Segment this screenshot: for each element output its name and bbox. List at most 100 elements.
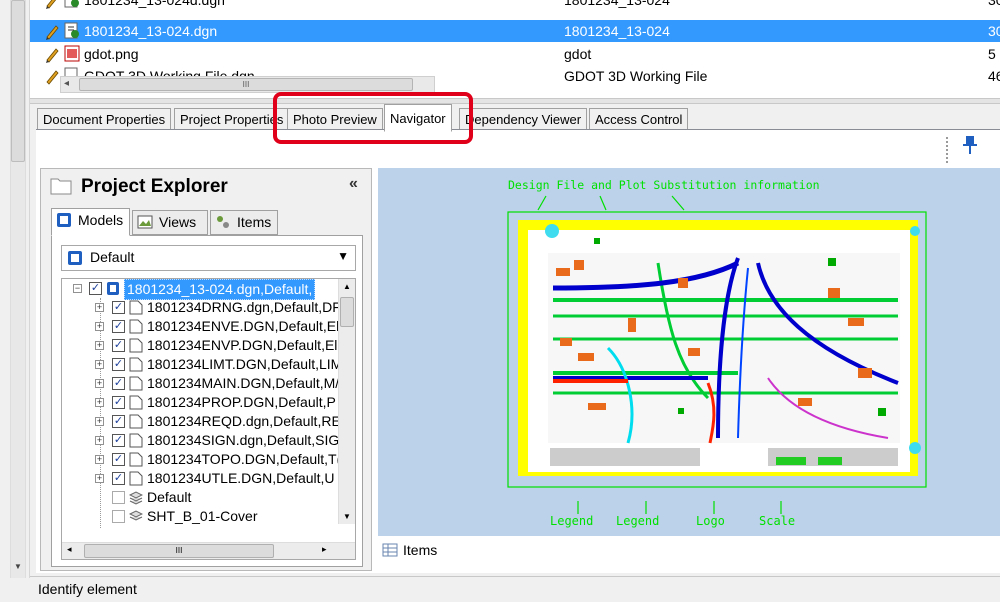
status-bar: Identify element <box>30 576 1000 602</box>
views-icon <box>137 215 153 229</box>
tab-access-control[interactable]: Access Control <box>589 108 689 131</box>
expand-node-icon[interactable]: + <box>95 474 104 483</box>
file-list-horizontal-scrollbar[interactable]: ◂ III <box>60 76 435 93</box>
node-checkbox[interactable]: ✓ <box>112 301 125 314</box>
expand-node-icon[interactable]: + <box>95 436 104 445</box>
file-name: 1801234_13-024d.dgn <box>84 0 225 8</box>
pencil-icon <box>46 25 59 40</box>
scroll-left-arrow-icon[interactable]: ◂ <box>67 544 72 555</box>
items-icon <box>217 216 229 228</box>
file-size: 30 <box>988 23 1000 39</box>
scroll-right-arrow-icon[interactable]: ▸ <box>322 544 327 555</box>
tree-root-node[interactable]: − ✓ 1801234_13-024.dgn,Default, <box>62 279 342 300</box>
tree-node[interactable]: + ✓ 1801234SIGN.dgn,Default,SIG <box>62 431 342 450</box>
tree-node[interactable]: + ✓ 1801234UTLE.DGN,Default,U <box>62 469 342 488</box>
tree-horizontal-scrollbar[interactable]: ◂ III ▸ <box>62 542 355 559</box>
corner-marker <box>909 442 921 454</box>
tree-node[interactable]: + ✓ 1801234REQD.dgn,Default,RE <box>62 412 342 431</box>
node-checkbox[interactable] <box>112 510 125 523</box>
expand-node-icon[interactable]: + <box>95 417 104 426</box>
tree-node[interactable]: + ✓ 1801234ENVE.DGN,Default,El <box>62 317 342 336</box>
tree-node-label: 1801234UTLE.DGN,Default,U <box>147 470 335 486</box>
expand-node-icon[interactable]: + <box>95 455 104 464</box>
model-icon <box>107 282 119 295</box>
file-row[interactable]: 1801234_13-024d.dgn 1801234_13-024 30 <box>30 0 1000 11</box>
expand-node-icon[interactable]: + <box>95 303 104 312</box>
tree-vertical-scrollbar[interactable]: ▲ ▼ <box>338 279 355 524</box>
node-checkbox[interactable]: ✓ <box>112 434 125 447</box>
status-text: Identify element <box>38 581 137 597</box>
scroll-thumb[interactable] <box>11 0 25 162</box>
expand-node-icon[interactable]: + <box>95 322 104 331</box>
tree-node-label: 1801234SIGN.dgn,Default,SIG <box>147 432 340 448</box>
corner-marker <box>910 226 920 236</box>
file-name: 1801234_13-024.dgn <box>84 23 218 39</box>
node-checkbox[interactable]: ✓ <box>112 472 125 485</box>
expand-node-icon[interactable]: + <box>95 341 104 350</box>
document-icon <box>129 319 143 334</box>
node-checkbox[interactable]: ✓ <box>112 453 125 466</box>
node-checkbox[interactable]: ✓ <box>112 377 125 390</box>
tree-node-label: 1801234REQD.dgn,Default,RE <box>147 413 341 429</box>
file-row-selected[interactable]: 1801234_13-024.dgn 1801234_13-024 30 <box>30 20 1000 42</box>
scroll-thumb[interactable]: III <box>84 544 274 558</box>
tree-node-label: 1801234ENVE.DGN,Default,El <box>147 318 340 334</box>
node-checkbox[interactable]: ✓ <box>112 358 125 371</box>
tree-node-label: 1801234LIMT.DGN,Default,LIM <box>147 356 343 372</box>
document-icon <box>129 414 143 429</box>
tree-node-label: SHT_B_01-Cover <box>147 508 258 524</box>
toolbar-grip[interactable] <box>946 137 949 163</box>
scroll-up-arrow-icon[interactable]: ▲ <box>343 282 351 291</box>
node-checkbox[interactable]: ✓ <box>112 396 125 409</box>
tree-node[interactable]: + ✓ 1801234PROP.DGN,Default,P <box>62 393 342 412</box>
tree-node-label: Default <box>147 489 192 505</box>
node-checkbox[interactable]: ✓ <box>112 339 125 352</box>
scroll-down-arrow-icon[interactable]: ▼ <box>343 512 351 521</box>
tab-items[interactable]: Items <box>210 210 278 235</box>
tab-views[interactable]: Views <box>132 210 208 235</box>
scroll-left-arrow-icon[interactable]: ◂ <box>64 78 69 89</box>
tree-node-label: 1801234DRNG.dgn,Default,DF <box>147 299 341 315</box>
collapse-panel-icon[interactable]: « <box>349 175 358 193</box>
tree-node[interactable]: Default <box>62 488 342 507</box>
tree-node-label: 1801234_13-024.dgn,Default, <box>124 279 316 300</box>
tree-node-label: 1801234MAIN.DGN,Default,M/ <box>147 375 340 391</box>
file-description: 1801234_13-024 <box>564 0 670 8</box>
document-icon <box>129 433 143 448</box>
tree-node[interactable]: SHT_B_01-Cover <box>62 507 342 526</box>
tab-dependency-viewer[interactable]: Dependency Viewer <box>459 108 588 131</box>
node-checkbox[interactable]: ✓ <box>112 320 125 333</box>
outer-vertical-scrollbar[interactable]: ▼ <box>0 0 30 578</box>
tree-node[interactable]: + ✓ 1801234ENVP.DGN,Default,El <box>62 336 342 355</box>
expand-node-icon[interactable]: + <box>95 360 104 369</box>
expand-node-icon[interactable]: + <box>95 398 104 407</box>
expand-node-icon[interactable]: + <box>95 379 104 388</box>
collapse-node-icon[interactable]: − <box>73 284 82 293</box>
tree-node[interactable]: + ✓ 1801234DRNG.dgn,Default,DF <box>62 298 342 317</box>
navigator-preview[interactable]: Design File and Plot Substitution inform… <box>378 168 1000 536</box>
scroll-thumb[interactable]: III <box>79 78 413 91</box>
scroll-down-arrow-icon[interactable]: ▼ <box>11 562 25 571</box>
tree-node-label: 1801234TOPO.DGN,Default,T( <box>147 451 342 467</box>
file-size: 46 <box>988 68 1000 84</box>
dgn-file-icon <box>64 0 79 8</box>
project-explorer-panel: Project Explorer « Models Views Items De… <box>40 168 372 571</box>
image-file-icon <box>64 45 80 62</box>
document-icon <box>129 357 143 372</box>
drawing-content <box>548 238 900 466</box>
file-row[interactable]: gdot.png gdot 5 <box>30 43 1000 65</box>
pin-icon[interactable] <box>960 134 980 156</box>
model-filter-dropdown[interactable]: Default ▼ <box>61 245 356 271</box>
scroll-thumb[interactable] <box>340 297 354 327</box>
items-bar[interactable]: Items <box>378 538 1000 564</box>
tree-node[interactable]: + ✓ 1801234TOPO.DGN,Default,T( <box>62 450 342 469</box>
node-checkbox[interactable] <box>112 491 125 504</box>
tree-node[interactable]: + ✓ 1801234MAIN.DGN,Default,M/ <box>62 374 342 393</box>
tab-document-properties[interactable]: Document Properties <box>37 108 172 131</box>
tab-models[interactable]: Models <box>51 208 130 236</box>
tree-node[interactable]: + ✓ 1801234LIMT.DGN,Default,LIM <box>62 355 342 374</box>
node-checkbox[interactable]: ✓ <box>89 282 102 295</box>
dropdown-arrow-icon[interactable]: ▼ <box>337 249 349 263</box>
node-checkbox[interactable]: ✓ <box>112 415 125 428</box>
dropdown-value: Default <box>90 249 135 265</box>
